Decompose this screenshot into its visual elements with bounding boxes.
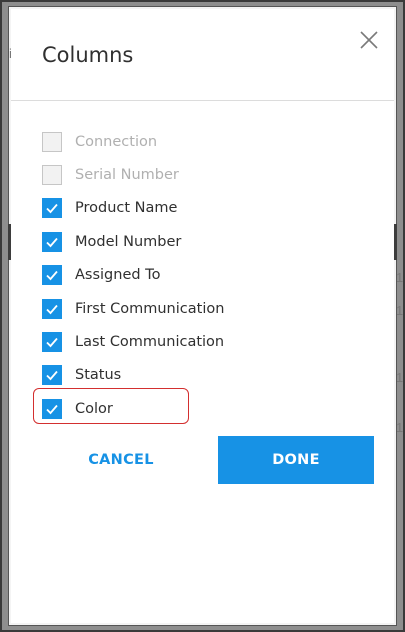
column-option-last-communication[interactable]: Last Communication xyxy=(42,325,224,358)
done-button[interactable]: DONE xyxy=(218,436,374,484)
checkbox-checked[interactable] xyxy=(42,365,62,386)
column-option-label: Assigned To xyxy=(75,267,161,284)
column-option-first-communication[interactable]: First Communication xyxy=(42,292,224,325)
column-option-label: First Communication xyxy=(75,300,225,317)
column-option-label: Connection xyxy=(75,133,158,150)
checkbox-checked[interactable] xyxy=(42,265,62,286)
checkbox-unchecked xyxy=(42,165,62,186)
column-option-connection: Connection xyxy=(42,125,224,158)
checkbox-unchecked xyxy=(42,131,62,152)
column-option-serial-number: Serial Number xyxy=(42,158,224,191)
checkmark-icon xyxy=(46,337,58,348)
color-highlight-annotation xyxy=(33,388,189,424)
column-list: Connection Serial Number Product Name Model… xyxy=(42,125,224,426)
background-text-fragment: 1 xyxy=(396,370,404,385)
column-option-label: Model Number xyxy=(75,233,182,250)
columns-dialog: Columns Connection Serial Number Product N… xyxy=(11,9,394,623)
background-text-fragment: 1 xyxy=(396,303,404,318)
background-text-fragment: 1 xyxy=(396,420,404,435)
column-option-label: Serial Number xyxy=(75,167,179,184)
close-button[interactable] xyxy=(354,25,384,55)
checkbox-checked[interactable] xyxy=(42,332,62,353)
column-option-label: Status xyxy=(75,367,122,384)
checkmark-icon xyxy=(46,371,58,381)
checkbox-checked[interactable] xyxy=(42,298,62,319)
checkbox-checked[interactable] xyxy=(42,198,62,219)
column-option-model-number[interactable]: Model Number xyxy=(42,225,224,258)
column-option-assigned-to[interactable]: Assigned To xyxy=(42,259,224,292)
column-option-product-name[interactable]: Product Name xyxy=(42,192,224,225)
dialog-divider xyxy=(11,100,394,101)
close-icon xyxy=(360,31,378,49)
background-text-fragment: 1 xyxy=(396,270,404,285)
checkmark-icon xyxy=(46,204,58,214)
cancel-button[interactable]: CANCEL xyxy=(61,436,181,484)
checkmark-icon xyxy=(46,271,58,281)
dialog-title: Columns xyxy=(42,43,134,67)
checkmark-icon xyxy=(46,304,58,314)
column-option-label: Product Name xyxy=(75,200,178,217)
column-option-label: Last Communication xyxy=(75,334,225,351)
checkbox-checked[interactable] xyxy=(42,231,62,252)
checkmark-icon xyxy=(46,237,58,248)
